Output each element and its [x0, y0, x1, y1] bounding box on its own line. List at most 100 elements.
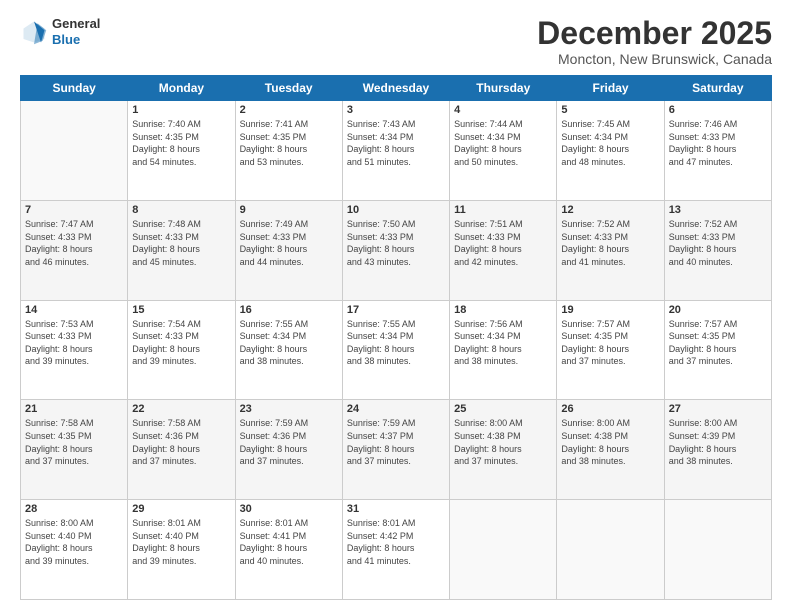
logo-icon — [20, 18, 48, 46]
logo: General Blue — [20, 16, 100, 47]
day-number: 6 — [669, 104, 767, 116]
calendar-cell: 23Sunrise: 7:59 AM Sunset: 4:36 PM Dayli… — [235, 400, 342, 500]
calendar-cell — [664, 500, 771, 600]
calendar-week-row: 1Sunrise: 7:40 AM Sunset: 4:35 PM Daylig… — [21, 101, 772, 201]
day-number: 25 — [454, 403, 552, 415]
calendar-cell — [21, 101, 128, 201]
day-info: Sunrise: 8:01 AM Sunset: 4:42 PM Dayligh… — [347, 517, 445, 567]
day-number: 1 — [132, 104, 230, 116]
day-info: Sunrise: 7:48 AM Sunset: 4:33 PM Dayligh… — [132, 218, 230, 268]
day-info: Sunrise: 7:52 AM Sunset: 4:33 PM Dayligh… — [561, 218, 659, 268]
day-number: 21 — [25, 403, 123, 415]
day-number: 16 — [240, 304, 338, 316]
day-number: 18 — [454, 304, 552, 316]
calendar-cell: 11 Sunrise: 7:51 AM Sunset: 4:33 PM Dayli… — [450, 200, 557, 300]
calendar-cell: 31 Sunrise: 8:01 AM Sunset: 4:42 PM Dayli… — [342, 500, 449, 600]
page: General Blue December 2025 Moncton, New … — [0, 0, 792, 612]
calendar-day-header: Sunday — [21, 76, 128, 101]
calendar-day-header: Thursday — [450, 76, 557, 101]
calendar-cell — [450, 500, 557, 600]
day-number: 11 — [454, 204, 552, 216]
calendar-cell: 4 Sunrise: 7:44 AM Sunset: 4:34 PM Daylig… — [450, 101, 557, 201]
day-number: 4 — [454, 104, 552, 116]
day-number: 27 — [669, 403, 767, 415]
calendar-cell: 22 Sunrise: 7:58 AM Sunset: 4:36 PM Dayli… — [128, 400, 235, 500]
calendar-header-row: SundayMondayTuesdayWednesdayThursdayFrid… — [21, 76, 772, 101]
calendar-cell: 6 Sunrise: 7:46 AM Sunset: 4:33 PM Daylig… — [664, 101, 771, 201]
calendar-cell: 14Sunrise: 7:53 AM Sunset: 4:33 PM Dayli… — [21, 300, 128, 400]
calendar-cell: 20Sunrise: 7:57 AM Sunset: 4:35 PM Dayli… — [664, 300, 771, 400]
day-number: 12 — [561, 204, 659, 216]
day-info: Sunrise: 7:52 AM Sunset: 4:33 PM Dayligh… — [669, 218, 767, 268]
day-number: 30 — [240, 503, 338, 515]
day-info: Sunrise: 7:55 AM Sunset: 4:34 PM Dayligh… — [240, 318, 338, 368]
day-number: 29 — [132, 503, 230, 515]
day-number: 26 — [561, 403, 659, 415]
calendar-day-header: Saturday — [664, 76, 771, 101]
day-info: Sunrise: 7:50 AM Sunset: 4:33 PM Dayligh… — [347, 218, 445, 268]
calendar-cell: 18 Sunrise: 7:56 AM Sunset: 4:34 PM Dayli… — [450, 300, 557, 400]
calendar-cell: 27 Sunrise: 8:00 AM Sunset: 4:39 PM Dayli… — [664, 400, 771, 500]
day-number: 3 — [347, 104, 445, 116]
day-number: 15 — [132, 304, 230, 316]
logo-text: General Blue — [52, 16, 100, 47]
day-info: Sunrise: 7:55 AM Sunset: 4:34 PM Dayligh… — [347, 318, 445, 368]
day-info: Sunrise: 7:58 AM Sunset: 4:35 PM Dayligh… — [25, 417, 123, 467]
calendar-cell: 10Sunrise: 7:50 AM Sunset: 4:33 PM Dayli… — [342, 200, 449, 300]
calendar-cell: 2Sunrise: 7:41 AM Sunset: 4:35 PM Daylig… — [235, 101, 342, 201]
day-number: 22 — [132, 403, 230, 415]
day-number: 28 — [25, 503, 123, 515]
calendar-week-row: 14Sunrise: 7:53 AM Sunset: 4:33 PM Dayli… — [21, 300, 772, 400]
calendar-day-header: Tuesday — [235, 76, 342, 101]
calendar-day-header: Friday — [557, 76, 664, 101]
day-info: Sunrise: 8:00 AM Sunset: 4:38 PM Dayligh… — [454, 417, 552, 467]
day-info: Sunrise: 7:58 AM Sunset: 4:36 PM Dayligh… — [132, 417, 230, 467]
calendar-cell: 30 Sunrise: 8:01 AM Sunset: 4:41 PM Dayli… — [235, 500, 342, 600]
calendar-cell: 19Sunrise: 7:57 AM Sunset: 4:35 PM Dayli… — [557, 300, 664, 400]
day-info: Sunrise: 8:00 AM Sunset: 4:38 PM Dayligh… — [561, 417, 659, 467]
day-info: Sunrise: 7:59 AM Sunset: 4:37 PM Dayligh… — [347, 417, 445, 467]
day-info: Sunrise: 7:51 AM Sunset: 4:33 PM Dayligh… — [454, 218, 552, 268]
day-info: Sunrise: 7:53 AM Sunset: 4:33 PM Dayligh… — [25, 318, 123, 368]
day-info: Sunrise: 8:01 AM Sunset: 4:41 PM Dayligh… — [240, 517, 338, 567]
logo-blue: Blue — [52, 32, 80, 47]
header: General Blue December 2025 Moncton, New … — [20, 16, 772, 67]
calendar-cell: 26 Sunrise: 8:00 AM Sunset: 4:38 PM Dayli… — [557, 400, 664, 500]
day-number: 8 — [132, 204, 230, 216]
day-info: Sunrise: 7:54 AM Sunset: 4:33 PM Dayligh… — [132, 318, 230, 368]
day-info: Sunrise: 7:46 AM Sunset: 4:33 PM Dayligh… — [669, 118, 767, 168]
calendar-cell: 13 Sunrise: 7:52 AM Sunset: 4:33 PM Dayli… — [664, 200, 771, 300]
day-number: 7 — [25, 204, 123, 216]
calendar-cell: 29 Sunrise: 8:01 AM Sunset: 4:40 PM Dayli… — [128, 500, 235, 600]
day-info: Sunrise: 7:56 AM Sunset: 4:34 PM Dayligh… — [454, 318, 552, 368]
day-info: Sunrise: 7:59 AM Sunset: 4:36 PM Dayligh… — [240, 417, 338, 467]
calendar-cell — [557, 500, 664, 600]
day-number: 31 — [347, 503, 445, 515]
day-info: Sunrise: 7:49 AM Sunset: 4:33 PM Dayligh… — [240, 218, 338, 268]
day-number: 19 — [561, 304, 659, 316]
calendar-cell: 16 Sunrise: 7:55 AM Sunset: 4:34 PM Dayli… — [235, 300, 342, 400]
month-title: December 2025 — [537, 16, 772, 51]
calendar-day-header: Wednesday — [342, 76, 449, 101]
day-number: 13 — [669, 204, 767, 216]
day-info: Sunrise: 8:01 AM Sunset: 4:40 PM Dayligh… — [132, 517, 230, 567]
day-info: Sunrise: 7:44 AM Sunset: 4:34 PM Dayligh… — [454, 118, 552, 168]
day-number: 9 — [240, 204, 338, 216]
calendar-week-row: 28Sunrise: 8:00 AM Sunset: 4:40 PM Dayli… — [21, 500, 772, 600]
day-number: 5 — [561, 104, 659, 116]
logo-general: General — [52, 16, 100, 31]
calendar-cell: 15 Sunrise: 7:54 AM Sunset: 4:33 PM Dayli… — [128, 300, 235, 400]
calendar-cell: 21 Sunrise: 7:58 AM Sunset: 4:35 PM Dayli… — [21, 400, 128, 500]
day-number: 20 — [669, 304, 767, 316]
calendar-cell: 8 Sunrise: 7:48 AM Sunset: 4:33 PM Daylig… — [128, 200, 235, 300]
calendar-cell: 24Sunrise: 7:59 AM Sunset: 4:37 PM Dayli… — [342, 400, 449, 500]
calendar-cell: 3Sunrise: 7:43 AM Sunset: 4:34 PM Daylig… — [342, 101, 449, 201]
day-info: Sunrise: 8:00 AM Sunset: 4:39 PM Dayligh… — [669, 417, 767, 467]
calendar-cell: 12 Sunrise: 7:52 AM Sunset: 4:33 PM Dayli… — [557, 200, 664, 300]
day-number: 17 — [347, 304, 445, 316]
day-number: 2 — [240, 104, 338, 116]
calendar-week-row: 21 Sunrise: 7:58 AM Sunset: 4:35 PM Dayli… — [21, 400, 772, 500]
calendar-cell: 25 Sunrise: 8:00 AM Sunset: 4:38 PM Dayli… — [450, 400, 557, 500]
calendar-cell: 1Sunrise: 7:40 AM Sunset: 4:35 PM Daylig… — [128, 101, 235, 201]
calendar-cell: 17 Sunrise: 7:55 AM Sunset: 4:34 PM Dayli… — [342, 300, 449, 400]
